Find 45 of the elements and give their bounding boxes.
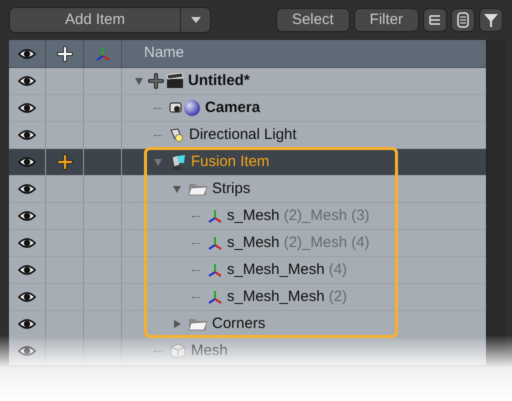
plus-icon <box>56 46 72 62</box>
eye-icon[interactable] <box>18 75 36 87</box>
axes-icon <box>207 235 223 251</box>
plus-icon <box>148 73 164 89</box>
eye-icon[interactable] <box>18 129 36 141</box>
fusion-icon <box>169 153 187 171</box>
clapperboard-icon <box>166 73 184 89</box>
folder-icon <box>188 181 208 197</box>
light-icon <box>169 127 185 143</box>
axes-icon <box>207 262 223 278</box>
filter-icon <box>483 12 499 28</box>
tree-list-icon <box>428 13 442 27</box>
eye-icon[interactable] <box>18 156 36 168</box>
list-view-button[interactable] <box>451 8 475 32</box>
axes-icon <box>207 289 223 305</box>
toolbar-button[interactable]: Select <box>276 8 350 32</box>
expander-icon[interactable] <box>172 319 182 329</box>
expander-icon[interactable] <box>172 184 182 194</box>
eye-icon[interactable] <box>18 237 36 249</box>
eye-icon[interactable] <box>18 264 36 276</box>
tree-view-button[interactable] <box>423 8 447 32</box>
item-name[interactable]: Strips <box>212 178 250 200</box>
toolbar-button[interactable]: Filter <box>354 8 419 32</box>
item-name[interactable]: Camera <box>205 96 260 120</box>
cube-icon <box>169 342 187 360</box>
axes-icon <box>207 208 223 224</box>
eye-icon[interactable] <box>18 48 36 60</box>
add-item-button[interactable]: Add Item <box>9 7 211 33</box>
eye-icon[interactable] <box>18 210 36 222</box>
item-name[interactable]: Untitled* <box>188 70 250 92</box>
camera-sphere-icon <box>169 99 201 117</box>
name-column-header[interactable]: Name <box>144 42 184 65</box>
item-name[interactable]: Corners <box>212 312 266 336</box>
item-name[interactable]: Directional Light <box>189 124 297 146</box>
eye-icon[interactable] <box>18 291 36 303</box>
eye-icon[interactable] <box>18 318 36 330</box>
item-name[interactable]: Fusion Item <box>191 150 270 174</box>
filter-button[interactable] <box>479 8 503 32</box>
eye-icon[interactable] <box>18 102 36 114</box>
list-icon <box>457 12 469 28</box>
eye-icon[interactable] <box>18 183 36 195</box>
caret-icon <box>190 17 200 23</box>
axes-icon <box>94 46 110 62</box>
expander-icon[interactable] <box>134 76 144 86</box>
folder-icon <box>188 316 208 332</box>
